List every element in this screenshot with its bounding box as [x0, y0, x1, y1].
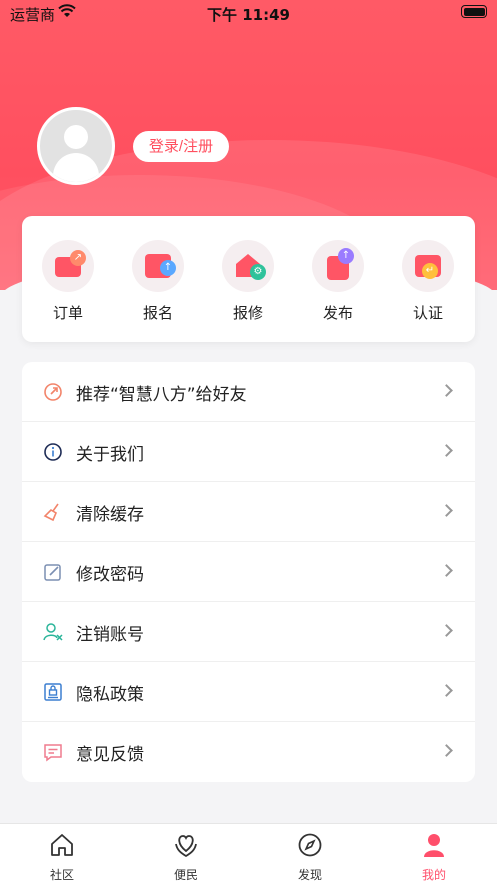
- edit-icon: [44, 564, 61, 581]
- menu-item-label: 意见反馈: [76, 745, 144, 765]
- login-register-button[interactable]: 登录/注册: [133, 131, 229, 162]
- signup-icon: ↑: [132, 240, 184, 292]
- home-icon: [51, 834, 73, 856]
- user-remove-icon: [43, 623, 63, 641]
- quick-action-repair[interactable]: ⚙ 报修: [218, 240, 278, 330]
- compass-icon: [298, 833, 322, 857]
- repair-icon: ⚙: [222, 240, 274, 292]
- bottom-tab-bar: 社区 便民 发现 我的: [0, 823, 497, 883]
- menu-item-change-password[interactable]: 修改密码: [22, 542, 475, 602]
- tab-label: 社区: [49, 868, 74, 882]
- chevron-right-icon: [440, 684, 453, 697]
- menu-item-about[interactable]: 关于我们: [22, 422, 475, 482]
- menu-item-recommend[interactable]: 推荐“智慧八方”给好友: [22, 362, 475, 422]
- quick-action-label: 发布: [322, 304, 353, 322]
- heart-hands-icon: [175, 835, 197, 858]
- quick-action-publish[interactable]: ↑ 发布: [308, 240, 368, 330]
- quick-action-order[interactable]: ↗ 订单: [38, 240, 98, 330]
- menu-item-label: 清除缓存: [76, 505, 144, 525]
- tab-label: 我的: [421, 868, 446, 882]
- tab-convenience[interactable]: 便民: [146, 832, 226, 883]
- order-icon: ↗: [42, 240, 94, 292]
- tab-discover[interactable]: 发现: [270, 832, 350, 883]
- feedback-icon: [44, 744, 62, 762]
- tab-label: 便民: [173, 868, 198, 882]
- quick-action-label: 报名: [142, 304, 173, 322]
- settings-menu: 推荐“智慧八方”给好友 关于我们 清除缓存 修改密码 注销账号 隐私政策 意见反…: [22, 362, 475, 782]
- certify-icon: ↵: [402, 240, 454, 292]
- quick-action-label: 报修: [232, 304, 263, 322]
- publish-icon: ↑: [312, 240, 364, 292]
- user-icon: [424, 834, 444, 857]
- menu-item-delete-account[interactable]: 注销账号: [22, 602, 475, 662]
- status-bar: 运营商 下午 11:49: [0, 0, 497, 26]
- quick-actions-card: ↗ 订单 ↑ 报名 ⚙ 报修 ↑ 发布 ↵ 认证: [22, 216, 475, 342]
- avatar[interactable]: [37, 107, 115, 185]
- broom-icon: [43, 503, 59, 522]
- privacy-lock-icon: [44, 683, 62, 701]
- battery-icon: [461, 5, 487, 18]
- chevron-right-icon: [440, 624, 453, 637]
- info-icon: [44, 443, 62, 461]
- chevron-right-icon: [440, 744, 453, 757]
- chevron-right-icon: [440, 564, 453, 577]
- menu-item-privacy[interactable]: 隐私政策: [22, 662, 475, 722]
- quick-action-signup[interactable]: ↑ 报名: [128, 240, 188, 330]
- chevron-right-icon: [440, 444, 453, 457]
- menu-item-clear-cache[interactable]: 清除缓存: [22, 482, 475, 542]
- status-time: 下午 11:49: [207, 6, 290, 24]
- menu-item-label: 推荐“智慧八方”给好友: [76, 385, 247, 405]
- chevron-right-icon: [440, 384, 453, 397]
- tab-mine[interactable]: 我的: [394, 832, 474, 883]
- chevron-right-icon: [440, 504, 453, 517]
- tab-label: 发现: [297, 868, 322, 882]
- quick-action-label: 认证: [412, 304, 443, 322]
- menu-item-label: 注销账号: [76, 625, 144, 645]
- tab-community[interactable]: 社区: [22, 832, 102, 883]
- menu-item-feedback[interactable]: 意见反馈: [22, 722, 475, 782]
- menu-item-label: 修改密码: [76, 565, 144, 585]
- quick-action-certify[interactable]: ↵ 认证: [398, 240, 458, 330]
- menu-item-label: 隐私政策: [76, 685, 144, 705]
- quick-action-label: 订单: [52, 304, 83, 322]
- share-icon: [44, 383, 62, 401]
- menu-item-label: 关于我们: [76, 445, 144, 465]
